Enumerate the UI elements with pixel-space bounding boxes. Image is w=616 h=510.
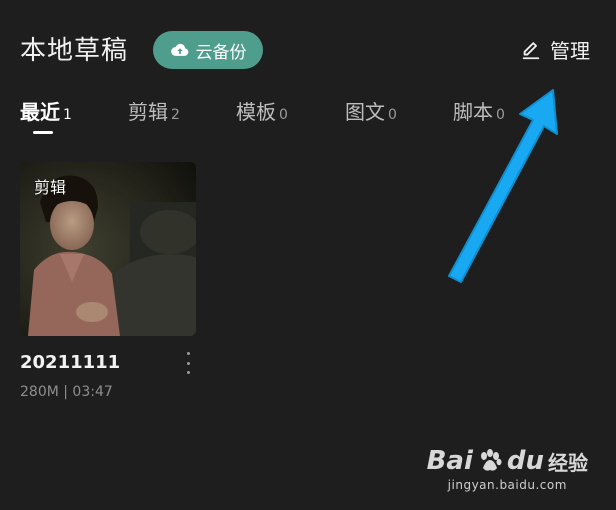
page-title: 本地草稿 [20,36,129,66]
tab-count: 0 [388,107,397,123]
draft-card[interactable]: 剪辑 [20,162,196,336]
more-dot-icon [186,371,190,374]
manage-button[interactable]: 管理 [520,35,590,64]
more-dot-icon [186,361,190,365]
cloud-backup-label: 云备份 [195,42,247,63]
draft-tag: 剪辑 [34,178,67,197]
edit-icon [522,41,540,59]
tab-label: 剪辑 [128,100,168,124]
manage-label: 管理 [550,39,590,63]
draft-meta: 280M | 03:47 [20,384,113,400]
more-options-button[interactable] [182,352,194,374]
tab-label: 脚本 [453,100,493,124]
cloud-backup-button[interactable]: 云备份 [153,31,263,69]
tab-count: 1 [63,107,72,123]
tab-template[interactable]: 模板 0 [236,96,288,125]
active-tab-indicator [33,131,53,134]
tab-label: 模板 [236,100,276,124]
tab-recent[interactable]: 最近 1 [20,96,72,125]
tab-image-text[interactable]: 图文 0 [345,96,397,125]
tab-count: 2 [171,107,180,123]
cloud-upload-icon [170,43,188,56]
more-dot-icon [186,352,190,355]
tab-count: 0 [496,107,505,123]
draft-tabs: 最近 1 剪辑 2 模板 0 图文 0 脚本 0 [0,96,616,140]
baidu-paw-icon [480,449,502,471]
tab-script[interactable]: 脚本 0 [453,96,505,125]
watermark-brand-right: du [506,446,544,476]
watermark-url: jingyan.baidu.com [447,478,567,492]
draft-name: 20211111 [20,352,121,373]
tab-label: 图文 [345,100,385,124]
tab-edit[interactable]: 剪辑 2 [128,96,180,125]
watermark: Bai du 经验 jingyan.baidu.com [427,446,588,492]
watermark-brand-left: Bai [426,446,473,476]
tab-count: 0 [279,107,288,123]
header: 本地草稿 云备份 管理 [0,0,616,92]
watermark-suffix: 经验 [548,450,588,475]
tab-label: 最近 [20,100,60,124]
